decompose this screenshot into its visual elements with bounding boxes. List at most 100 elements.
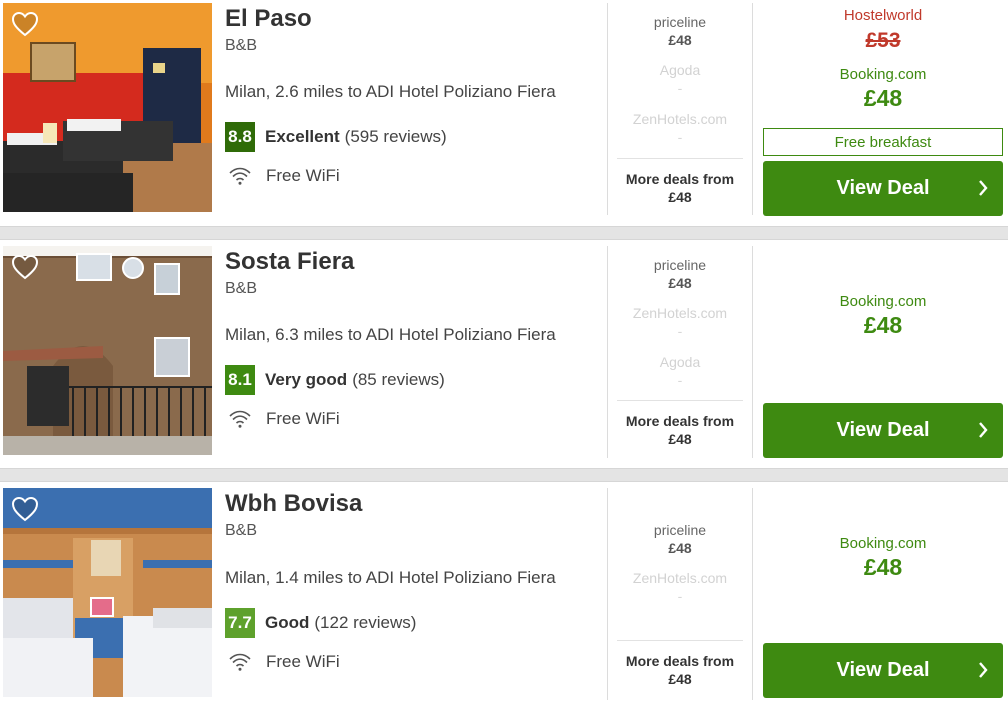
best-price: £48 xyxy=(863,554,903,580)
hotel-name[interactable]: Wbh Bovisa xyxy=(225,490,362,518)
more-deals-link[interactable]: More deals from £48 xyxy=(608,170,752,206)
strike-price: £53 xyxy=(865,29,901,52)
rating-label: Good xyxy=(265,613,310,632)
best-site-name: Booking.com xyxy=(839,535,927,552)
view-deal-label: View Deal xyxy=(836,177,930,199)
wifi-icon xyxy=(229,410,251,428)
chevron-right-icon xyxy=(979,422,988,438)
provider-price-value: - xyxy=(677,588,683,604)
hotel-photo[interactable] xyxy=(3,3,212,212)
column-divider xyxy=(752,246,753,458)
provider-price[interactable]: ZenHotels.com - xyxy=(608,110,752,146)
provider-name: ZenHotels.com xyxy=(632,570,728,586)
best-price: £48 xyxy=(863,312,903,338)
strike-site-name: Hostelworld xyxy=(843,7,923,24)
amenity-label: Free WiFi xyxy=(266,409,340,428)
view-deal-label: View Deal xyxy=(836,419,930,441)
provider-price[interactable]: Agoda - xyxy=(608,61,752,97)
rating-label: Very good xyxy=(265,370,348,389)
more-deals-link[interactable]: More deals from £48 xyxy=(608,412,752,448)
provider-name: ZenHotels.com xyxy=(632,111,728,127)
hotel-distance: Milan, 6.3 miles to ADI Hotel Poliziano … xyxy=(225,325,556,344)
accommodation-type: B&B xyxy=(225,37,258,54)
column-divider xyxy=(752,3,753,215)
accommodation-type: B&B xyxy=(225,522,258,539)
provider-price-value: - xyxy=(677,323,683,339)
hotel-card: Wbh Bovisa B&B Milan, 1.4 miles to ADI H… xyxy=(0,482,1008,702)
best-deal[interactable]: Booking.com £48 xyxy=(763,66,1003,112)
provider-price[interactable]: Agoda - xyxy=(608,353,752,389)
best-price: £48 xyxy=(863,85,903,111)
provider-name: ZenHotels.com xyxy=(632,305,728,321)
divider xyxy=(617,400,743,401)
hotel-photo[interactable] xyxy=(3,246,212,455)
provider-name: priceline xyxy=(653,257,707,273)
chevron-right-icon xyxy=(979,180,988,196)
provider-price[interactable]: priceline £48 xyxy=(608,256,752,292)
wifi-icon xyxy=(229,653,251,671)
rating-score-badge: 8.8 xyxy=(225,122,255,152)
column-divider xyxy=(752,488,753,700)
hotel-card: Sosta Fiera B&B Milan, 6.3 miles to ADI … xyxy=(0,240,1008,468)
more-deals-label: More deals from xyxy=(625,413,735,429)
rating-row[interactable]: 8.1 Very good (85 reviews) xyxy=(225,365,445,395)
provider-price-value: - xyxy=(677,129,683,145)
more-deals-link[interactable]: More deals from £48 xyxy=(608,652,752,688)
card-separator xyxy=(0,468,1008,482)
provider-name: priceline xyxy=(653,522,707,538)
provider-price-value: £48 xyxy=(668,275,692,291)
wifi-icon xyxy=(229,167,251,185)
more-deals-price: £48 xyxy=(668,189,692,205)
hotel-name[interactable]: Sosta Fiera xyxy=(225,248,354,276)
chevron-right-icon xyxy=(979,662,988,678)
more-deals-label: More deals from xyxy=(625,171,735,187)
amenity-row: Free WiFi xyxy=(228,164,340,188)
favorite-heart-icon[interactable] xyxy=(11,496,39,522)
best-site-name: Booking.com xyxy=(839,66,927,83)
free-breakfast-tag: Free breakfast xyxy=(763,128,1003,156)
provider-name: priceline xyxy=(653,14,707,30)
rating-label: Excellent xyxy=(265,127,340,146)
view-deal-button[interactable]: View Deal xyxy=(763,403,1003,458)
rating-score-badge: 7.7 xyxy=(225,608,255,638)
provider-price[interactable]: ZenHotels.com - xyxy=(608,569,752,605)
hotel-card: El Paso B&B Milan, 2.6 miles to ADI Hote… xyxy=(0,0,1008,226)
strikethrough-deal[interactable]: Hostelworld £53 xyxy=(763,7,1003,53)
favorite-heart-icon[interactable] xyxy=(11,11,39,37)
more-deals-price: £48 xyxy=(668,671,692,687)
rating-score-badge: 8.1 xyxy=(225,365,255,395)
provider-price[interactable]: ZenHotels.com - xyxy=(608,304,752,340)
review-count: (85 reviews) xyxy=(352,370,445,389)
view-deal-label: View Deal xyxy=(836,659,930,681)
amenity-label: Free WiFi xyxy=(266,652,340,671)
amenity-row: Free WiFi xyxy=(228,650,340,674)
favorite-heart-icon[interactable] xyxy=(11,254,39,280)
hotel-name[interactable]: El Paso xyxy=(225,5,312,33)
provider-name: Agoda xyxy=(659,62,701,78)
view-deal-button[interactable]: View Deal xyxy=(763,161,1003,216)
provider-name: Agoda xyxy=(659,354,701,370)
view-deal-button[interactable]: View Deal xyxy=(763,643,1003,698)
accommodation-type: B&B xyxy=(225,280,258,297)
more-deals-price: £48 xyxy=(668,431,692,447)
rating-row[interactable]: 7.7 Good (122 reviews) xyxy=(225,608,416,638)
amenity-row: Free WiFi xyxy=(228,407,340,431)
hotel-photo[interactable] xyxy=(3,488,212,697)
best-deal[interactable]: Booking.com £48 xyxy=(763,535,1003,581)
hotel-distance: Milan, 1.4 miles to ADI Hotel Poliziano … xyxy=(225,568,556,587)
provider-price-value: £48 xyxy=(668,32,692,48)
provider-price[interactable]: priceline £48 xyxy=(608,13,752,49)
provider-price-value: - xyxy=(677,372,683,388)
hotel-distance: Milan, 2.6 miles to ADI Hotel Poliziano … xyxy=(225,82,556,101)
rating-row[interactable]: 8.8 Excellent (595 reviews) xyxy=(225,122,447,152)
amenity-label: Free WiFi xyxy=(266,166,340,185)
card-separator xyxy=(0,226,1008,240)
divider xyxy=(617,158,743,159)
review-count: (122 reviews) xyxy=(314,613,417,632)
best-deal[interactable]: Booking.com £48 xyxy=(763,293,1003,339)
provider-price[interactable]: priceline £48 xyxy=(608,521,752,557)
review-count: (595 reviews) xyxy=(344,127,447,146)
provider-price-value: - xyxy=(677,80,683,96)
divider xyxy=(617,640,743,641)
best-site-name: Booking.com xyxy=(839,293,927,310)
